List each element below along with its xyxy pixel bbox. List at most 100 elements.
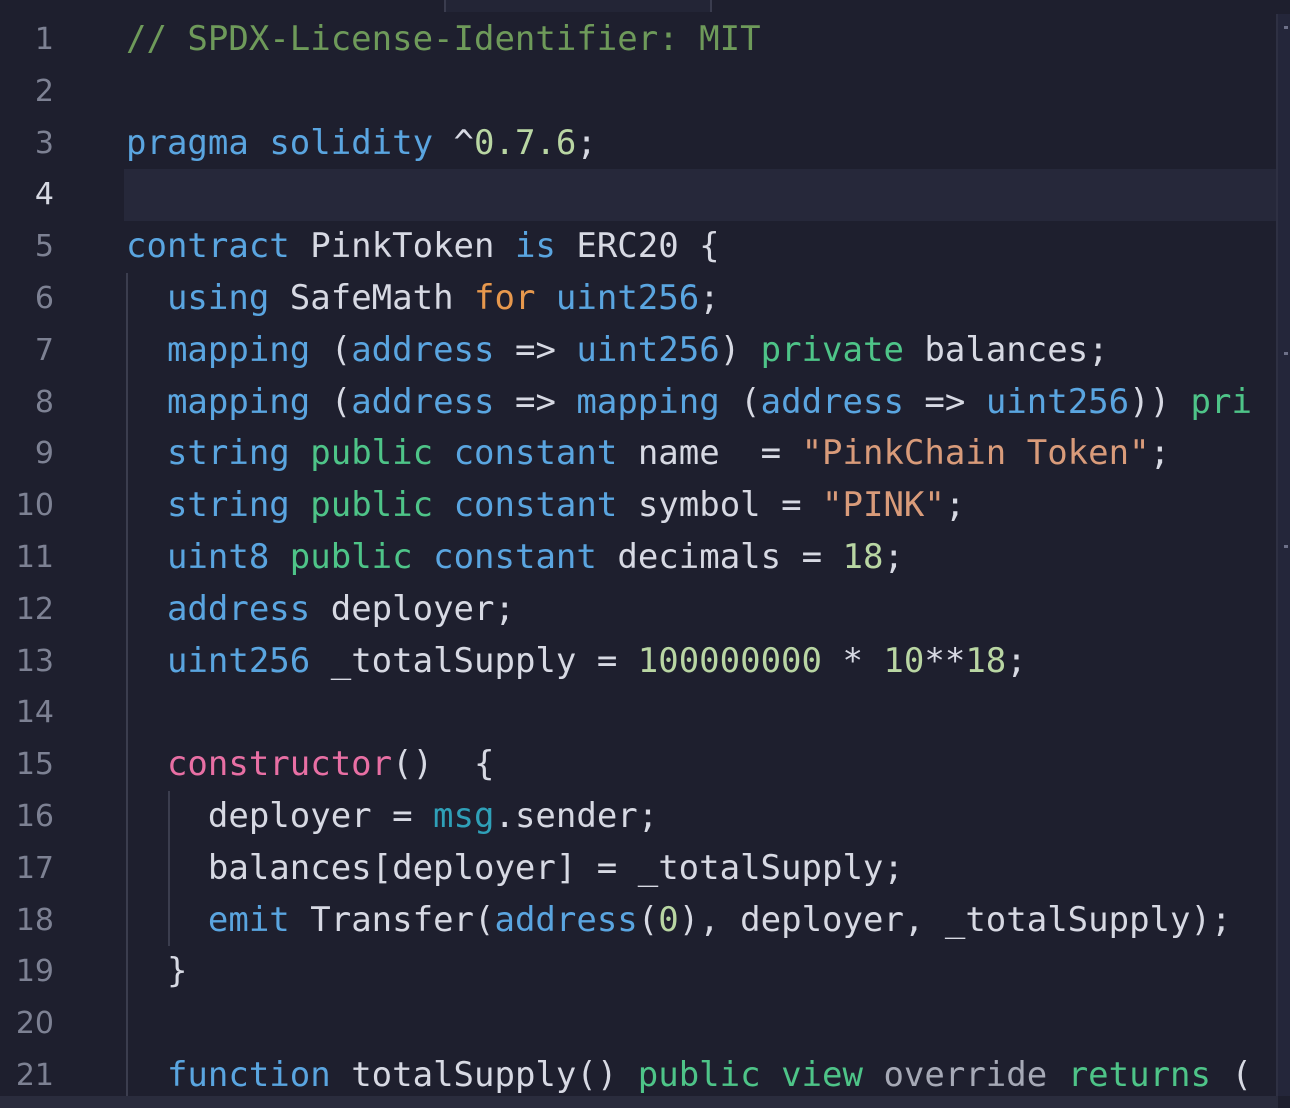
code-token: 10 [883, 640, 925, 681]
code-token: address [760, 381, 904, 422]
line-number[interactable]: 5 [0, 221, 110, 273]
code-line[interactable]: // SPDX-License-Identifier: MIT [126, 14, 1278, 66]
code-token: ( [719, 381, 761, 422]
code-token: public [310, 433, 434, 474]
code-token: function [166, 1054, 331, 1095]
code-line[interactable] [126, 66, 1278, 118]
code-token: 0 [658, 899, 679, 940]
code-line[interactable]: mapping (address => mapping (address => … [126, 377, 1278, 429]
line-number[interactable]: 10 [0, 480, 110, 532]
code-token: public [310, 485, 434, 526]
line-number[interactable]: 13 [0, 636, 110, 688]
code-token: mapping [166, 329, 311, 370]
code-editor[interactable]: 1 2 3 4 5 6 7 8 9 10 11 12 13 14 15 16 17 18 19 20 21 // SPD… [0, 0, 1290, 1108]
line-number[interactable]: 19 [0, 946, 110, 998]
line-number[interactable]: 18 [0, 895, 110, 947]
code-token: string [166, 433, 290, 474]
line-number[interactable]: 16 [0, 791, 110, 843]
code-line[interactable]: function totalSupply() public view overr… [126, 1050, 1278, 1102]
line-number[interactable]: 20 [0, 998, 110, 1050]
code-token: totalSupply() [330, 1054, 638, 1095]
code-token: // SPDX-License-Identifier: MIT [126, 19, 761, 59]
code-token: } [126, 951, 188, 992]
code-token: ( [310, 329, 352, 370]
code-line[interactable]: address deployer; [126, 584, 1278, 636]
line-number[interactable]: 9 [0, 428, 110, 480]
code-line[interactable]: pragma solidity ^0.7.6; [126, 118, 1278, 170]
code-token: is [514, 226, 556, 267]
code-line[interactable]: string public constant name = "PinkChain… [126, 428, 1278, 480]
code-token: Transfer( [289, 899, 495, 940]
code-token: uint256 [985, 381, 1130, 422]
code-line[interactable]: deployer = msg.sender; [126, 791, 1278, 843]
code-token: solidity [269, 122, 434, 163]
line-number[interactable]: 2 [0, 66, 110, 118]
code-token: ; [883, 536, 904, 577]
code-text-area[interactable]: // SPDX-License-Identifier: MIT pragma s… [124, 14, 1278, 1102]
line-number[interactable]: 1 [0, 14, 110, 66]
code-token: 18 [965, 640, 1007, 681]
code-token: string [166, 485, 290, 526]
code-token: emit [207, 899, 290, 940]
code-token: balances[deployer] = _totalSupply; [126, 847, 904, 888]
line-number[interactable]: 17 [0, 843, 110, 895]
code-line[interactable]: emit Transfer(address(0), deployer, _tot… [126, 895, 1278, 947]
code-token: constant [453, 433, 618, 474]
code-line[interactable]: string public constant symbol = "PINK"; [126, 480, 1278, 532]
code-token: using [166, 277, 270, 318]
line-number[interactable]: 11 [0, 532, 110, 584]
code-token: view [781, 1054, 863, 1095]
line-number-gutter: 1 2 3 4 5 6 7 8 9 10 11 12 13 14 15 16 17 18 19 20 21 [0, 14, 110, 1102]
code-line[interactable] [124, 169, 1278, 222]
code-token: ; [1006, 640, 1027, 681]
code-token: private [760, 329, 904, 370]
code-token: deployer = [126, 795, 434, 836]
code-line[interactable]: } [126, 946, 1278, 998]
line-number[interactable]: 12 [0, 584, 110, 636]
code-token: => [494, 329, 577, 370]
code-token: _totalSupply = [310, 640, 638, 681]
line-number[interactable]: 8 [0, 377, 110, 429]
code-token: ^ [433, 122, 475, 163]
code-line[interactable]: uint8 public constant decimals = 18; [126, 532, 1278, 584]
code-line[interactable]: using SafeMath for uint256; [126, 273, 1278, 325]
code-token: contract [126, 226, 290, 267]
code-token: )) [1129, 381, 1191, 422]
code-line[interactable]: constructor() { [126, 739, 1278, 791]
code-token: ; [1149, 433, 1171, 474]
line-number[interactable]: 6 [0, 273, 110, 325]
code-token: uint8 [166, 536, 270, 577]
line-number[interactable]: 7 [0, 325, 110, 377]
code-token: ( [1211, 1054, 1252, 1095]
line-number[interactable]: 14 [0, 687, 110, 739]
vertical-scrollbar[interactable] [1276, 14, 1290, 1096]
line-number[interactable]: 3 [0, 118, 110, 170]
line-number[interactable]: 15 [0, 739, 110, 791]
code-token: address [166, 588, 311, 629]
code-line[interactable]: uint256 _totalSupply = 100000000 * 10**1… [126, 636, 1278, 688]
editor-tab-edge[interactable] [444, 0, 712, 12]
line-number[interactable]: 21 [0, 1050, 110, 1102]
code-token: 0.7.6 [474, 122, 577, 163]
code-line[interactable] [126, 687, 1278, 739]
horizontal-scrollbar[interactable] [0, 1096, 1278, 1108]
code-token: ( [637, 899, 659, 940]
code-line[interactable]: balances[deployer] = _totalSupply; [126, 843, 1278, 895]
code-line[interactable]: contract PinkToken is ERC20 { [126, 221, 1278, 273]
code-line[interactable]: mapping (address => uint256) private bal… [126, 325, 1278, 377]
code-line[interactable] [126, 998, 1278, 1050]
line-number[interactable]: 4 [0, 169, 110, 221]
